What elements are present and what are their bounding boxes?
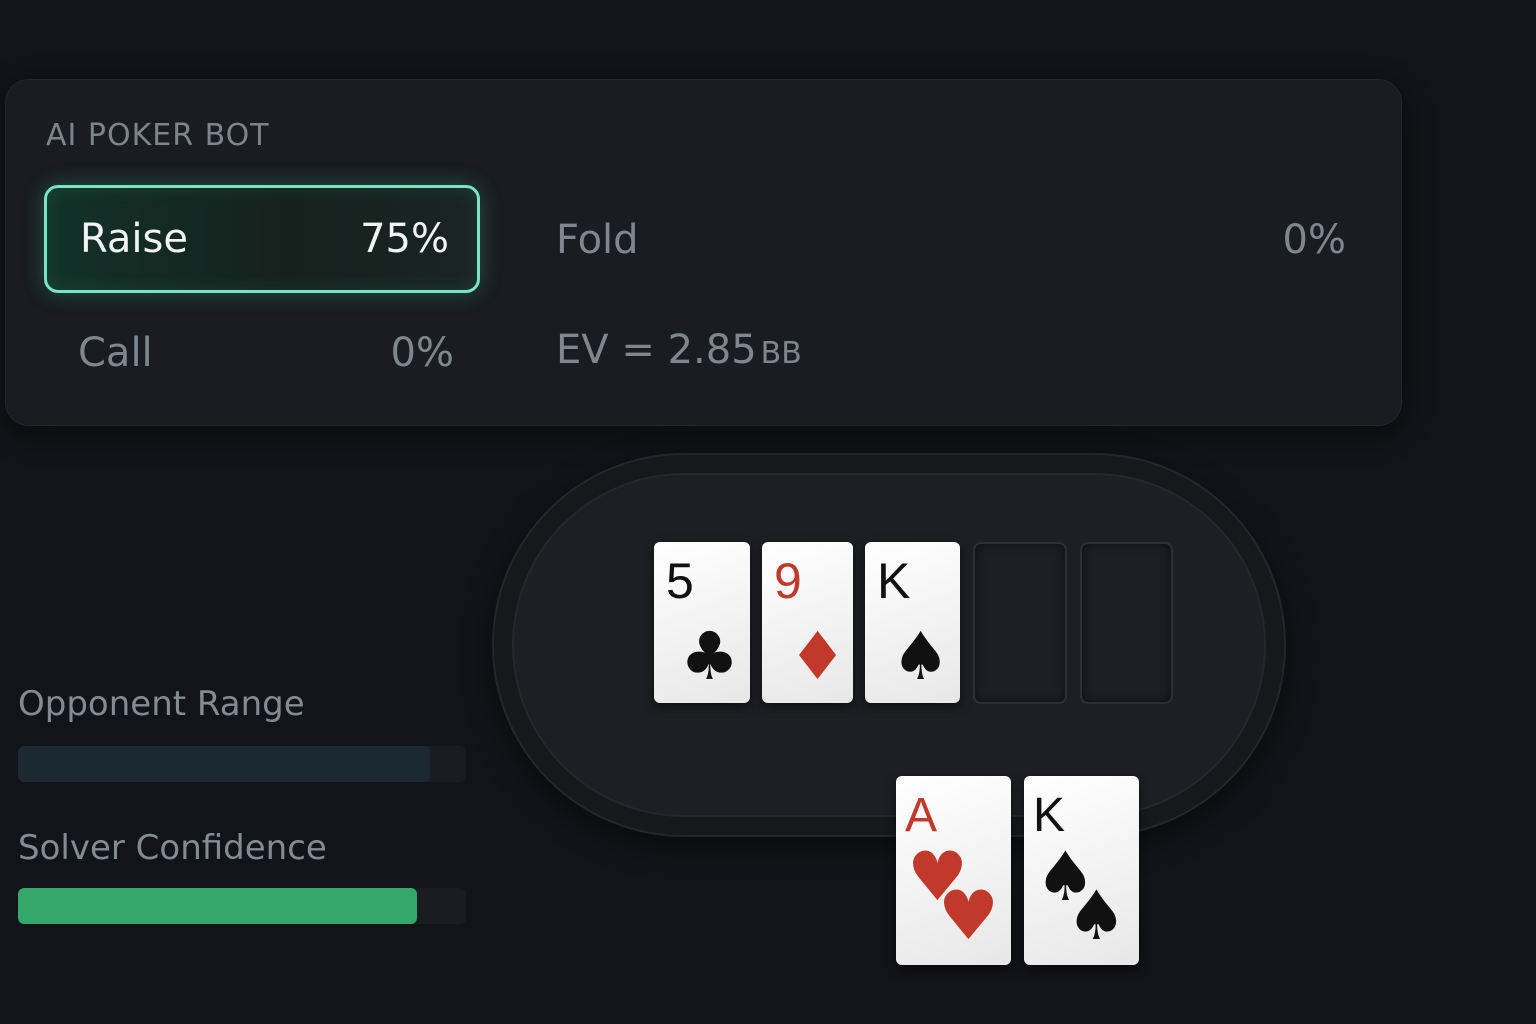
- fold-percentage: 0%: [1282, 217, 1346, 263]
- ev-unit: BB: [760, 336, 802, 371]
- board-card-slot-empty: [1080, 542, 1173, 704]
- heart-icon: ♥: [938, 877, 999, 956]
- board-card-1: 5 ♣: [654, 542, 750, 703]
- spade-icon: ♠: [1066, 877, 1127, 956]
- expected-value: EV = 2.85 BB: [556, 327, 802, 373]
- ev-text: EV = 2.85: [556, 327, 757, 373]
- fold-action-button[interactable]: Fold 0%: [556, 210, 1346, 270]
- call-percentage: 0%: [390, 330, 454, 376]
- solver-confidence-fill: [18, 888, 417, 924]
- card-rank: A: [905, 789, 938, 842]
- hole-card-1: A ♥ ♥: [896, 776, 1011, 965]
- opponent-range-bar: [18, 746, 466, 782]
- card-rank: 9: [774, 553, 802, 609]
- raise-label: Raise: [80, 216, 188, 262]
- solver-confidence-bar: [18, 888, 466, 924]
- opponent-range-label: Opponent Range: [18, 684, 305, 724]
- raise-percentage: 75%: [360, 216, 449, 262]
- board-card-3: K ♠: [865, 542, 960, 703]
- opponent-range-fill: [18, 746, 431, 782]
- board-card-slot-empty: [973, 542, 1067, 704]
- panel-title: AI POKER BOT: [46, 118, 270, 153]
- spade-icon: ♠: [891, 618, 951, 695]
- card-rank: K: [877, 553, 911, 609]
- call-label: Call: [78, 330, 153, 376]
- hole-card-2: K ♠ ♠: [1024, 776, 1139, 965]
- board-card-2: 9 ♦: [762, 542, 853, 703]
- card-rank: 5: [666, 553, 694, 609]
- card-rank: K: [1033, 789, 1066, 842]
- raise-action-button[interactable]: Raise 75%: [44, 185, 480, 293]
- call-action-button[interactable]: Call 0%: [78, 323, 454, 383]
- fold-label: Fold: [556, 217, 639, 263]
- club-icon: ♣: [680, 618, 740, 695]
- solver-confidence-label: Solver Confidence: [18, 828, 327, 868]
- ai-poker-bot-panel: AI POKER BOT Raise 75% Fold 0% Call 0% E…: [5, 79, 1402, 426]
- diamond-icon: ♦: [788, 618, 848, 695]
